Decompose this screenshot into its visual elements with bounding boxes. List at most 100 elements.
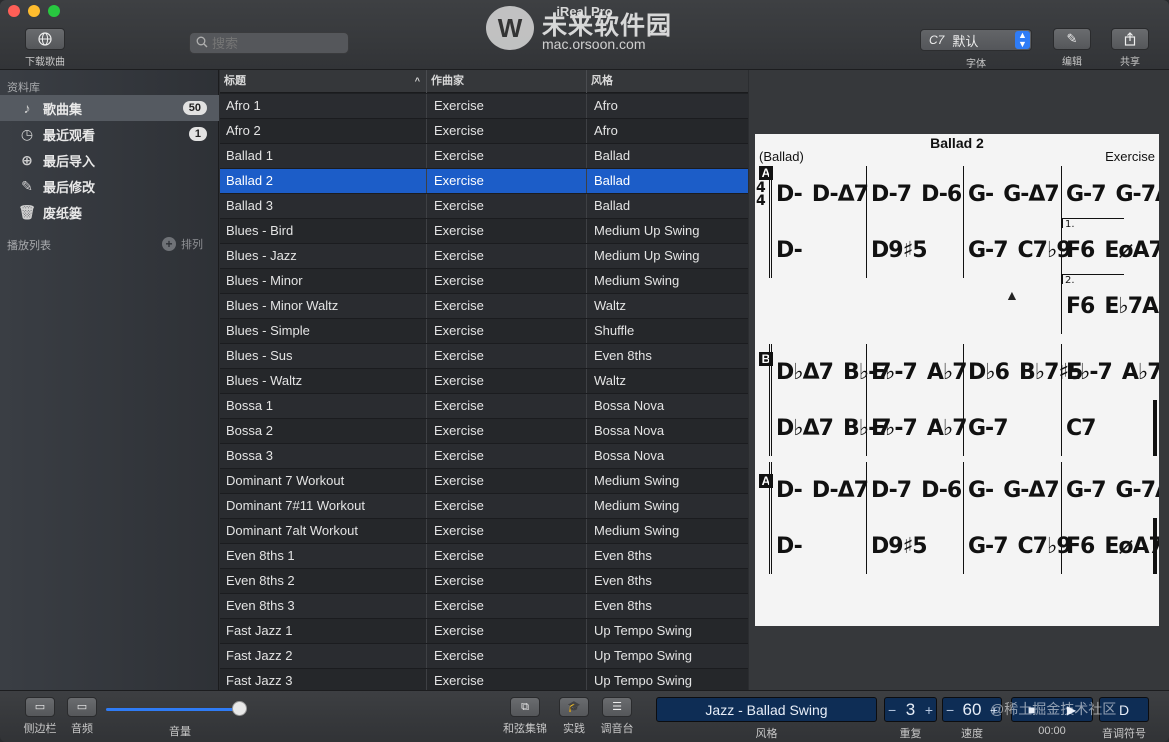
chord-symbol: D-6 [921,181,962,207]
composer-cell: Exercise [427,644,587,668]
table-row[interactable]: Blues - Waltz Exercise Waltz [220,369,748,394]
sidebar-item-recent[interactable]: ◷ 最近观看 1 [0,121,219,147]
table-row[interactable]: Even 8ths 3 Exercise Even 8ths [220,594,748,619]
table-row[interactable]: Blues - Minor Exercise Medium Swing [220,269,748,294]
watermark-bottom: @稀土掘金技术社区 [990,701,1117,717]
composer-cell: Exercise [427,569,587,593]
table-row[interactable]: Afro 2 Exercise Afro [220,119,748,144]
chord-symbol: A♭7 [1121,359,1159,385]
table-row[interactable]: Dominant 7#11 Workout Exercise Medium Swin… [220,494,748,519]
column-header-title[interactable]: 标题 ^ [220,70,427,93]
sidebar-item-trash[interactable]: 🗑 废纸篓 [0,199,219,225]
table-row[interactable]: Dominant 7alt Workout Exercise Medium Swin… [220,519,748,544]
style-cell: Afro [594,123,618,138]
chart-bar[interactable] [769,278,866,334]
minus-icon[interactable]: − [888,702,896,718]
table-row[interactable]: Ballad 2 Exercise Ballad [220,169,748,194]
chord-symbol: EøA7 [1104,237,1159,263]
repeat-stepper[interactable]: − 3 + [884,697,937,722]
table-row[interactable]: Blues - Sus Exercise Even 8ths [220,344,748,369]
table-row[interactable]: Ballad 3 Exercise Ballad [220,194,748,219]
chord-symbol: G-7 [968,237,1008,263]
chords-button[interactable]: ⧉ 和弦集锦 [502,697,548,736]
chart-bar[interactable] [866,278,963,334]
table-row[interactable]: Blues - Simple Exercise Shuffle [220,319,748,344]
chart-bar[interactable]: G-7 G-7A7 [1061,462,1159,518]
chart-bar[interactable]: F6 EøA7 [1061,518,1159,574]
chart-bar[interactable]: E♭-7 A♭7 [866,400,968,456]
chart-bar[interactable]: D9♯5 [866,518,963,574]
volume-slider-knob[interactable] [232,701,247,716]
chart-bar[interactable]: G-7 C7♭9 [963,518,1072,574]
search-field[interactable] [189,32,349,54]
sidebar-toggle-button[interactable]: ▭ 侧边栏 [20,697,60,736]
chord-symbol: D- [776,237,803,263]
search-input[interactable] [212,35,342,51]
chart-bar[interactable]: E♭-7 A♭7 [1061,344,1159,400]
table-row[interactable]: Fast Jazz 3 Exercise Up Tempo Swing [220,669,748,690]
table-row[interactable]: Even 8ths 1 Exercise Even 8ths [220,544,748,569]
lead-sheet[interactable]: Ballad 2 (Ballad) Exercise ▲ A 4 4 D- D-Δ7 D-… [755,134,1159,626]
sidebar-item-last-imported[interactable]: ⊕ 最后导入 [0,147,219,173]
font-select[interactable]: C7 默认 ▲ ▼ [920,29,1032,51]
plus-icon[interactable]: + [925,702,933,718]
mixer-button[interactable]: ☰ 调音台 [598,697,636,736]
minus-icon[interactable]: − [946,702,954,718]
table-row[interactable]: Blues - Jazz Exercise Medium Up Swing [220,244,748,269]
composer-cell: Exercise [427,394,587,418]
chart-bar[interactable]: G-7 G-7A7 [1061,166,1159,222]
column-header-composer[interactable]: 作曲家 [427,70,587,93]
table-row[interactable]: Fast Jazz 1 Exercise Up Tempo Swing [220,619,748,644]
sidebar-toggle-label: 侧边栏 [23,723,57,735]
chart-bar[interactable]: D♭Δ7 B♭-7 [769,400,892,456]
table-row[interactable]: Blues - Bird Exercise Medium Up Swing [220,219,748,244]
chart-bar[interactable]: G-7 C7♭9 [963,222,1072,278]
audio-button[interactable]: ▭ 音频 [64,697,100,736]
chord-symbol: G-7 [1066,477,1106,503]
sidebar-item-songs[interactable]: ♪ 歌曲集 50 [0,95,219,121]
chart-bar[interactable]: G- G-Δ7 [963,462,1060,518]
table-row[interactable]: Even 8ths 2 Exercise Even 8ths [220,569,748,594]
chart-bar[interactable]: E♭-7 A♭7 [866,344,968,400]
chart-bar[interactable]: D♭6 B♭7♯5 [963,344,1083,400]
chord-symbol: D-Δ7 [811,477,869,503]
table-row[interactable]: Dominant 7 Workout Exercise Medium Swing [220,469,748,494]
edit-button[interactable]: ✎ 编辑 [1053,28,1091,68]
table-row[interactable]: Bossa 1 Exercise Bossa Nova [220,394,748,419]
chart-bar[interactable]: G- G-Δ7 [963,166,1060,222]
chart-bar[interactable]: D- [769,222,866,278]
chart-bar[interactable]: D-7 D-6 [866,462,963,518]
table-row[interactable]: Bossa 2 Exercise Bossa Nova [220,419,748,444]
chevron-updown-icon: ▲ ▼ [1015,31,1030,49]
chart-bar[interactable] [963,278,1060,334]
chart-bar[interactable]: D- D-Δ7 [769,462,869,518]
chart-bar[interactable]: D- [769,518,866,574]
download-songs-button[interactable]: 下载歌曲 [22,28,68,68]
share-button[interactable]: 共享 [1111,28,1149,68]
chart-bar[interactable]: D♭Δ7 B♭-7 [769,344,892,400]
table-row[interactable]: Ballad 1 Exercise Ballad [220,144,748,169]
sidebar-item-last-modified[interactable]: ✎ 最后修改 [0,173,219,199]
share-label: 共享 [1120,57,1140,68]
table-row[interactable]: Bossa 3 Exercise Bossa Nova [220,444,748,469]
table-row[interactable]: Fast Jazz 2 Exercise Up Tempo Swing [220,644,748,669]
table-row[interactable]: Blues - Minor Waltz Exercise Waltz [220,294,748,319]
chart-bar[interactable]: D9♯5 [866,222,963,278]
style-cell: Medium Swing [594,273,680,288]
chart-bar[interactable]: G-7 [963,400,1060,456]
chart-bar[interactable]: F6 EøA7 [1061,222,1159,278]
chart-bar[interactable]: D-7 D-6 [866,166,963,222]
sort-button[interactable]: + 排列 [162,236,203,252]
column-header-style[interactable]: 风格 [587,70,748,93]
volume-slider-track[interactable] [106,708,246,711]
practice-button[interactable]: 🎓 实践 [556,697,592,736]
style-cell: Ballad [594,198,631,213]
table-row[interactable]: Afro 1 Exercise Afro [220,94,748,119]
chart-bar[interactable]: C7 [1061,400,1156,456]
composer-cell: Exercise [427,544,587,568]
title-cell: Blues - Waltz [220,369,427,393]
chart-bar[interactable]: F6 E♭7A♭7 [1061,278,1159,334]
style-selector[interactable]: Jazz - Ballad Swing [656,697,877,722]
chord-symbol: D-7 [871,477,912,503]
chart-bar[interactable]: D- D-Δ7 [769,166,869,222]
